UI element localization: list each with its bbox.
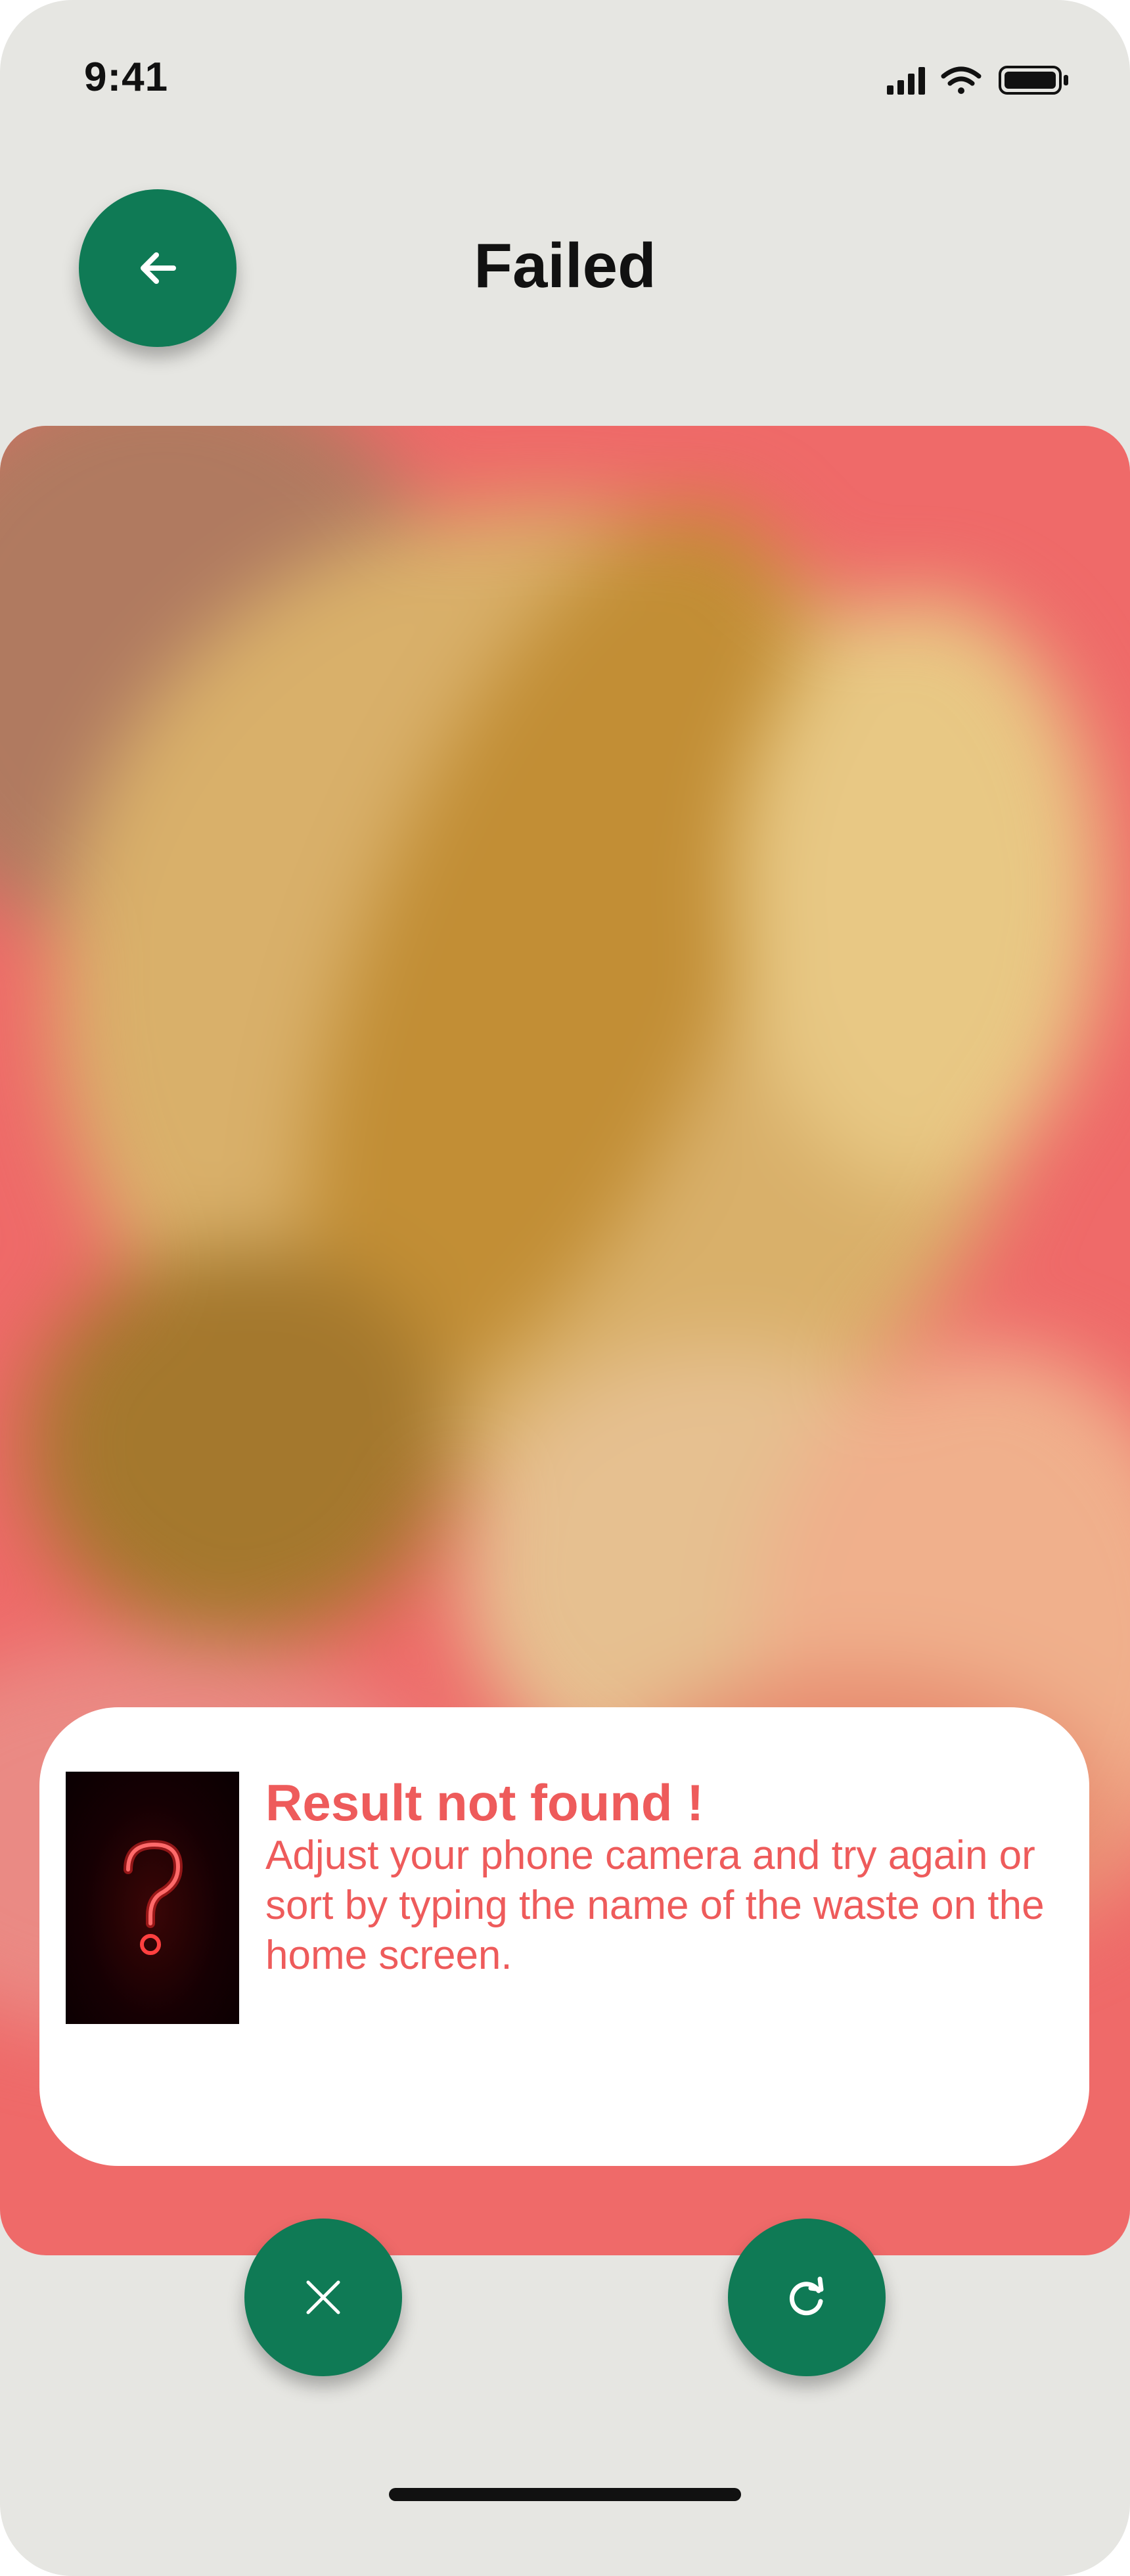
result-title: Result not found ! — [265, 1774, 704, 1831]
home-indicator[interactable] — [389, 2488, 741, 2501]
status-time: 9:41 — [84, 55, 169, 100]
phone-screen: 9:41 Failed Result not found ! Adjust yo… — [0, 0, 1130, 2576]
question-mark-icon — [124, 1839, 183, 1955]
close-icon — [306, 2280, 340, 2314]
arrow-left-icon — [141, 252, 176, 284]
refresh-icon — [789, 2276, 824, 2316]
status-icons — [887, 66, 1068, 95]
retry-button[interactable] — [728, 2219, 886, 2376]
wifi-icon — [941, 66, 982, 94]
result-description: Adjust your phone camera and try again o… — [265, 1833, 1045, 1978]
signal-icon — [887, 67, 925, 95]
result-card: Result not found ! Adjust your phone cam… — [39, 1707, 1089, 2166]
battery-icon — [999, 66, 1068, 95]
result-thumbnail — [66, 1772, 239, 2024]
cancel-button[interactable] — [244, 2219, 402, 2376]
back-button[interactable] — [79, 189, 237, 347]
